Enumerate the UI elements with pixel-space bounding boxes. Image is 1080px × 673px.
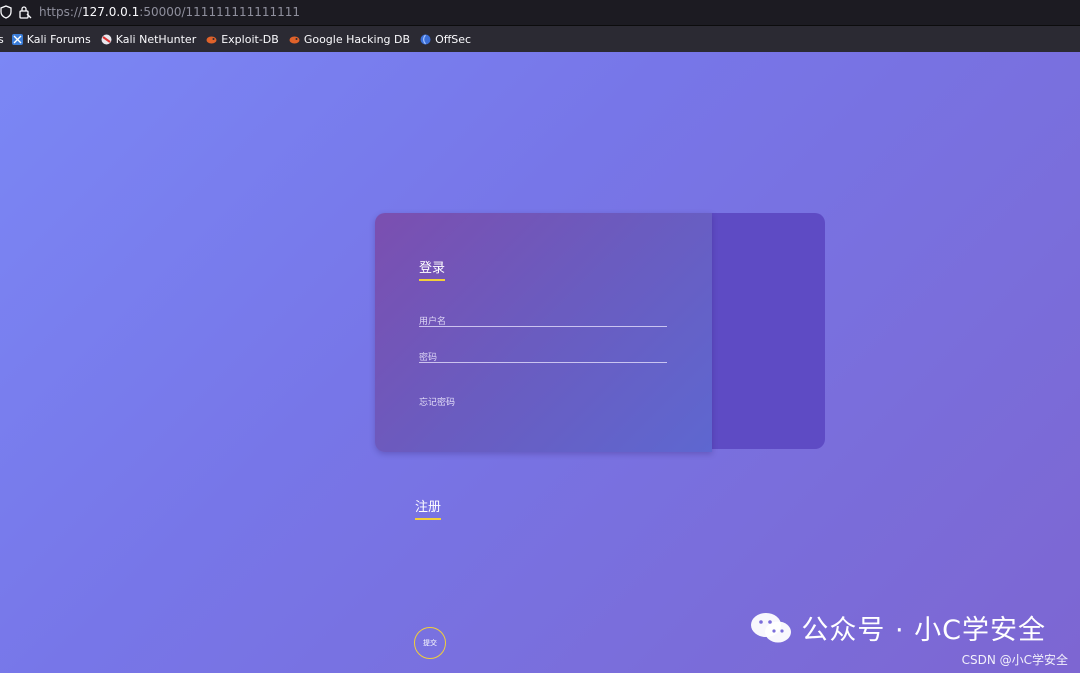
register-title[interactable]: 注册 <box>415 500 442 520</box>
watermark-text: 公众号 · 小C学安全 <box>801 615 1046 646</box>
url-host: 127.0.0.1 <box>82 5 140 19</box>
offsec-icon <box>420 34 431 44</box>
shield-icon[interactable] <box>0 5 12 19</box>
username-field[interactable] <box>419 309 667 331</box>
exploit-db-icon <box>206 36 217 43</box>
login-title[interactable]: 登录 <box>419 261 446 281</box>
url-bar[interactable]: https://127.0.0.1:50000/111111111111111 <box>0 0 1080 26</box>
bookmark-kali-forums-label: Kali Forums <box>26 32 91 46</box>
bookmarks-toolbar: s Kali Forums Kali NetHunter Exploit-DB … <box>0 26 1080 52</box>
watermark: 公众号 · 小C学安全 <box>749 608 1046 647</box>
kali-forums-icon <box>11 33 23 45</box>
bookmark-offsec[interactable]: OffSec <box>420 33 471 46</box>
bookmark-partial[interactable]: s <box>0 33 4 46</box>
password-input[interactable] <box>419 349 667 367</box>
kali-nethunter-icon <box>101 34 112 44</box>
google-hacking-db-icon <box>289 36 300 43</box>
bookmark-exploit-db-label: Exploit-DB <box>221 32 279 46</box>
login-card: 登录 忘记密码 <box>375 213 712 452</box>
bookmark-exploit-db[interactable]: Exploit-DB <box>206 33 279 46</box>
submit-button[interactable]: 提交 <box>414 627 446 659</box>
url-prefix: https:// <box>39 5 83 19</box>
form-side-panel <box>706 213 825 449</box>
lock-icon[interactable] <box>18 5 32 19</box>
password-field[interactable] <box>419 345 667 367</box>
username-input[interactable] <box>419 313 667 331</box>
forgot-password-link[interactable]: 忘记密码 <box>419 395 455 408</box>
bookmark-kali-nethunter[interactable]: Kali NetHunter <box>101 32 197 46</box>
bookmark-kali-nethunter-label: Kali NetHunter <box>115 32 197 46</box>
bookmark-partial-label: s <box>0 32 4 46</box>
page-viewport: 登录 忘记密码 注册 提交 公众号 · 小C学安全 CSDN @小C学安全 <box>0 52 1080 673</box>
bookmark-google-hacking-db-label: Google Hacking DB <box>303 32 411 46</box>
bookmark-kali-forums[interactable]: Kali Forums <box>11 32 91 46</box>
url-text[interactable]: https://127.0.0.1:50000/111111111111111 <box>39 5 300 20</box>
watermark-sub: CSDN @小C学安全 <box>961 653 1068 667</box>
bookmark-google-hacking-db[interactable]: Google Hacking DB <box>289 33 410 46</box>
url-path: :50000/111111111111111 <box>139 5 301 19</box>
wechat-icon <box>751 612 792 642</box>
bookmark-offsec-label: OffSec <box>435 32 472 46</box>
